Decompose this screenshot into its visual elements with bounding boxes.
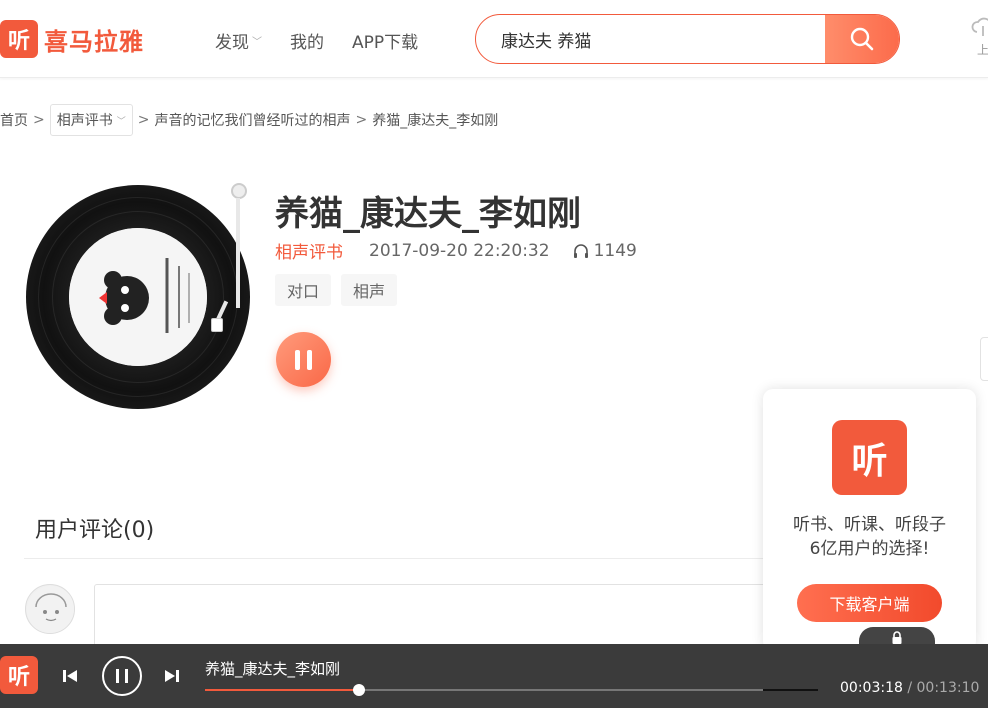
- pause-icon: [307, 349, 312, 370]
- track-category-link[interactable]: 相声评书: [275, 238, 343, 263]
- progress-buffer: [763, 689, 818, 691]
- user-avatar-icon: [27, 586, 74, 633]
- progress-fill: [205, 689, 359, 691]
- total-time: 00:13:10: [916, 680, 980, 696]
- cover-art-icon: [69, 228, 207, 366]
- main-nav: 发现 ﹀ 我的 APP下载: [215, 28, 446, 53]
- breadcrumb-separator: >: [33, 112, 45, 128]
- breadcrumb-current: 养猫_康达夫_李如刚: [372, 113, 499, 129]
- tonearm-pivot-icon: [231, 183, 247, 199]
- previous-icon: [63, 670, 77, 682]
- nav-item-label: 发现: [215, 33, 249, 53]
- progress-knob[interactable]: [352, 684, 365, 696]
- breadcrumb-category: 相声评书: [56, 113, 113, 129]
- top-header: 听 喜马拉雅 发现 ﹀ 我的 APP下载 康达夫 养猫 上: [0, 0, 988, 78]
- cover-image: [69, 228, 207, 366]
- search-icon: [850, 27, 874, 51]
- next-button[interactable]: [164, 668, 180, 688]
- search-button[interactable]: [825, 15, 899, 63]
- download-card-line1: 听书、听课、听段子: [793, 515, 946, 535]
- album-cover-record: [26, 185, 250, 409]
- player-logo-icon: 听: [0, 656, 38, 694]
- nav-item-label: 我的: [290, 33, 324, 53]
- play-count: 1149: [572, 241, 637, 261]
- download-card-line2: 6亿用户的选择!: [809, 539, 930, 559]
- next-icon: [165, 670, 179, 682]
- nav-item-app-download[interactable]: APP下载: [352, 28, 418, 53]
- track-meta: 相声评书 2017-09-20 22:20:32 1149: [275, 238, 637, 264]
- search-bar: [475, 14, 900, 64]
- avatar: [25, 584, 75, 634]
- logo-text: 喜马拉雅: [44, 27, 144, 56]
- time-separator: /: [907, 680, 913, 696]
- nav-item-mine[interactable]: 我的: [290, 28, 324, 53]
- current-time: 00:03:18: [840, 680, 903, 696]
- tonearm-head-icon: [211, 318, 223, 332]
- app-logo-icon: 听: [832, 420, 907, 495]
- download-client-button[interactable]: 下载客户端: [797, 584, 942, 622]
- tag-item[interactable]: 对口: [275, 274, 332, 306]
- player-time: 00:03:18 / 00:13:10: [840, 680, 979, 696]
- player-track-title: 养猫_康达夫_李如刚: [205, 660, 341, 678]
- nav-item-discover[interactable]: 发现 ﹀: [215, 28, 262, 53]
- pause-icon: [295, 349, 300, 370]
- pause-icon: [125, 669, 128, 683]
- download-card-text: 听书、听课、听段子 6亿用户的选择!: [763, 513, 976, 561]
- upload-label: 上: [976, 43, 988, 57]
- chevron-down-icon: ﹀: [252, 37, 262, 48]
- progress-bar[interactable]: [205, 684, 818, 696]
- breadcrumb-album[interactable]: 声音的记忆我们曾经听过的相声: [154, 110, 350, 130]
- breadcrumb-separator: >: [137, 112, 150, 128]
- pause-button[interactable]: [276, 332, 331, 387]
- bottom-player: 听 养猫_康达夫_李如刚 00:03:18 / 00:13:10: [0, 644, 988, 708]
- breadcrumb-category-dropdown[interactable]: 相声评书 ﹀: [49, 104, 133, 136]
- page: 听 喜马拉雅 发现 ﹀ 我的 APP下载 康达夫 养猫 上 首页 > 相声评书 …: [0, 0, 988, 708]
- lock-icon: [892, 631, 902, 644]
- search-input[interactable]: [476, 15, 825, 63]
- chevron-down-icon: ﹀: [116, 116, 126, 127]
- pause-icon: [116, 669, 119, 683]
- side-panel-handle[interactable]: [980, 337, 988, 381]
- cloud-upload-icon: [971, 17, 988, 36]
- tonearm-icon: [236, 198, 240, 308]
- play-count-value: 1149: [593, 240, 637, 261]
- download-app-card: 听 听书、听课、听段子 6亿用户的选择! 下载客户端: [763, 389, 976, 651]
- track-tags: 对口 相声: [275, 274, 398, 306]
- headphones-icon: [573, 243, 588, 258]
- upload-button[interactable]: 上: [968, 16, 988, 58]
- site-logo[interactable]: 听 喜马拉雅: [0, 20, 144, 58]
- breadcrumb: 首页 > 相声评书 ﹀ > 声音的记忆我们曾经听过的相声 > 养猫_康达夫_李如…: [0, 104, 498, 136]
- logo-icon: 听: [0, 20, 38, 58]
- breadcrumb-home[interactable]: 首页: [0, 110, 28, 130]
- player-pause-button[interactable]: [102, 656, 142, 696]
- comments-title: 用户评论(0): [35, 518, 155, 543]
- nav-item-label: APP下载: [352, 33, 419, 53]
- previous-button[interactable]: [62, 668, 78, 688]
- tag-item[interactable]: 相声: [341, 274, 398, 306]
- track-date: 2017-09-20 22:20:32: [369, 240, 550, 261]
- breadcrumb-separator: >: [355, 112, 368, 128]
- track-title: 养猫_康达夫_李如刚: [275, 194, 581, 234]
